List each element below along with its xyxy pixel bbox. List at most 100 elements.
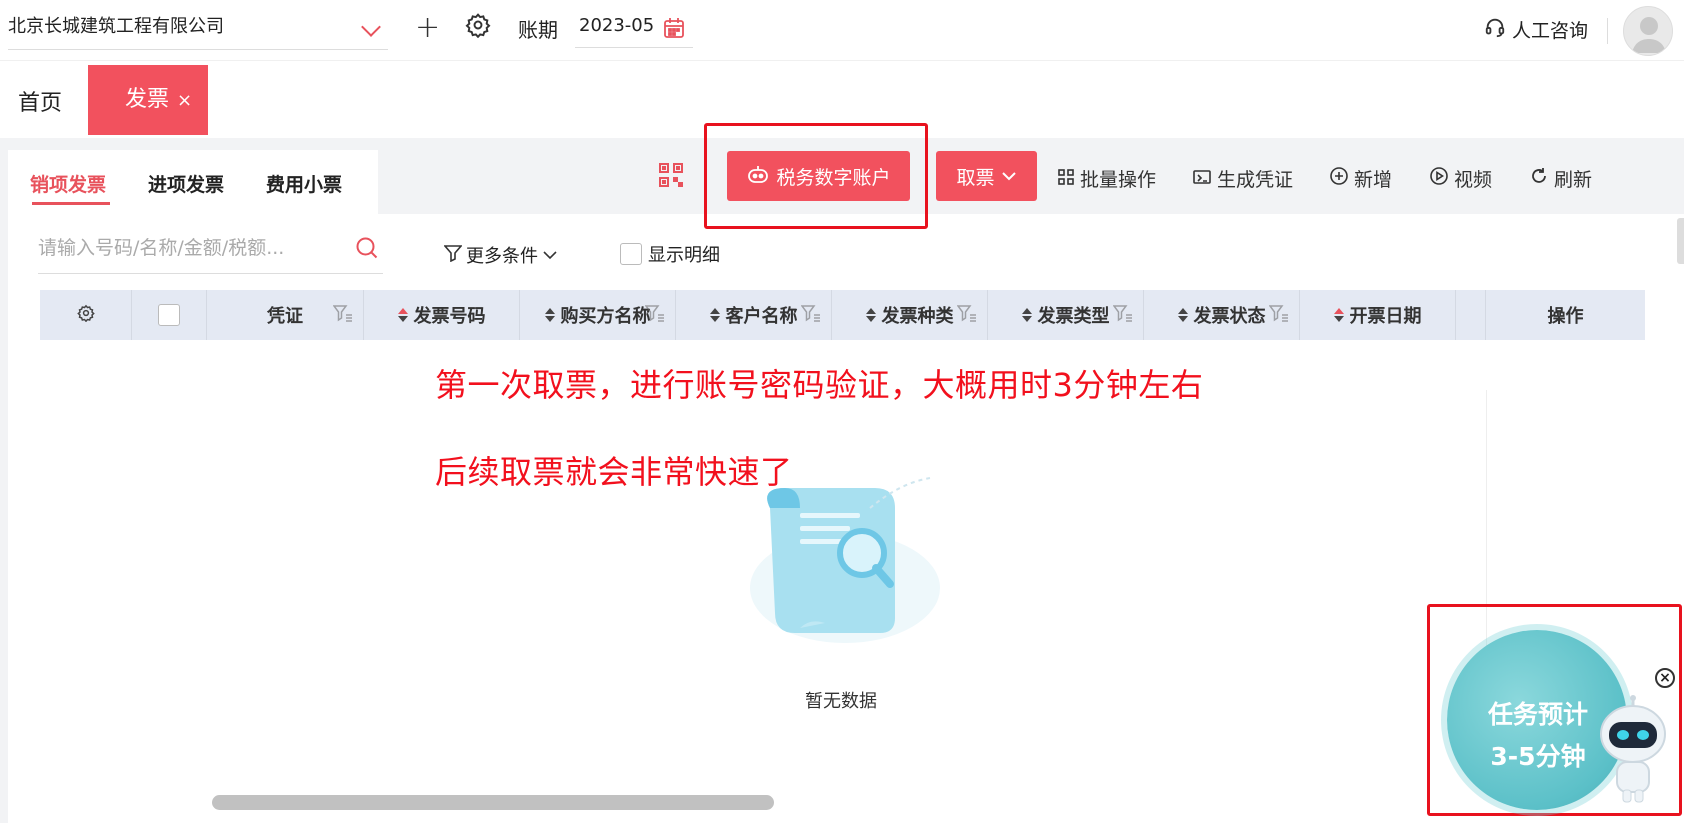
show-detail-label: 显示明细 (648, 245, 720, 266)
calendar-icon[interactable] (663, 16, 685, 52)
column-customer-name[interactable]: 客户名称 (676, 290, 832, 340)
show-detail-checkbox[interactable] (620, 243, 642, 265)
widget-line-2: 3-5分钟 (1490, 742, 1586, 771)
video-button[interactable]: 视频 (1430, 165, 1492, 192)
column-label: 操作 (1547, 306, 1584, 327)
subtab-purchase[interactable]: 进项发票 (148, 170, 224, 197)
column-label: 发票种类 (881, 306, 954, 327)
gear-icon[interactable] (465, 12, 491, 42)
empty-text: 暂无数据 (805, 691, 877, 712)
filter-icon[interactable] (332, 305, 353, 328)
column-actions: 操作 (1486, 290, 1645, 340)
add-button[interactable]: 新增 (1330, 165, 1392, 192)
subtab-sales[interactable]: 销项发票 (30, 170, 106, 197)
subtab-expense[interactable]: 费用小票 (266, 170, 342, 197)
table-header: 凭证 发票号码 购买方名称 客户名称 发票种类 发票类型 发票状态 开票日期 操… (40, 290, 1645, 340)
period-picker[interactable]: 2023-05 (575, 8, 693, 48)
funnel-icon (443, 244, 463, 267)
column-label: 发票号码 (413, 306, 486, 327)
column-settings[interactable] (40, 290, 132, 340)
generate-voucher-button[interactable]: 生成凭证 (1193, 165, 1293, 192)
period-value: 2023-05 (579, 15, 655, 36)
filter-icon[interactable] (644, 305, 665, 328)
plus-circle-icon (1330, 167, 1348, 190)
company-name: 北京长城建筑工程有限公司 (8, 16, 224, 37)
subtab-panel: 销项发票 进项发票 费用小票 (8, 150, 378, 220)
column-label: 凭证 (267, 306, 303, 327)
qrcode-icon[interactable] (658, 162, 684, 192)
add-icon[interactable]: + (415, 10, 440, 45)
task-estimate-widget[interactable]: 任务预计 3-5分钟 × (1427, 604, 1682, 816)
show-detail-toggle[interactable]: 显示明细 (620, 241, 720, 267)
filter-icon[interactable] (956, 305, 977, 328)
sort-icon[interactable] (1177, 308, 1188, 322)
chevron-down-icon (361, 17, 381, 37)
more-filters-label: 更多条件 (466, 246, 538, 267)
column-invoice-status[interactable]: 发票状态 (1144, 290, 1300, 340)
tab-home[interactable]: 首页 (18, 85, 62, 117)
more-filters-button[interactable]: 更多条件 (443, 242, 558, 268)
column-label: 发票类型 (1037, 306, 1110, 327)
digital-account-label: 税务数字账户 (776, 166, 891, 189)
select-all-checkbox[interactable] (158, 304, 180, 326)
refresh-label: 刷新 (1554, 169, 1593, 191)
column-label: 开票日期 (1349, 306, 1422, 327)
column-invoice-number[interactable]: 发票号码 (364, 290, 520, 340)
batch-button[interactable]: 批量操作 (1058, 165, 1156, 192)
chevron-down-icon (1001, 165, 1017, 187)
empty-illustration (740, 468, 950, 662)
take-invoice-button[interactable]: 取票 (936, 151, 1037, 201)
top-bar: 北京长城建筑工程有限公司 + 账期 2023-05 人工咨询 (0, 0, 1684, 60)
voucher-icon (1193, 168, 1211, 190)
column-voucher[interactable]: 凭证 (207, 290, 364, 340)
add-label: 新增 (1354, 169, 1393, 191)
video-label: 视频 (1454, 169, 1493, 191)
search-input[interactable] (38, 226, 338, 270)
sort-icon[interactable] (1333, 308, 1344, 322)
batch-label: 批量操作 (1080, 169, 1157, 191)
support-label: 人工咨询 (1512, 20, 1589, 42)
robot-mascot-icon (1593, 694, 1673, 808)
column-label: 发票状态 (1193, 306, 1266, 327)
filter-icon[interactable] (1268, 305, 1289, 328)
filter-icon[interactable] (1112, 305, 1133, 328)
search-box (38, 226, 383, 274)
column-label: 客户名称 (725, 306, 798, 327)
robot-icon (746, 164, 770, 189)
widget-text: 任务预计 3-5分钟 (1463, 694, 1613, 778)
widget-line-1: 任务预计 (1487, 700, 1588, 729)
period-label: 账期 (518, 18, 558, 42)
sort-icon[interactable] (544, 308, 555, 322)
column-label: 购买方名称 (560, 306, 651, 327)
refresh-button[interactable]: 刷新 (1530, 165, 1592, 192)
chevron-down-icon (542, 245, 558, 266)
search-icon[interactable] (355, 236, 379, 264)
select-all-cell (132, 290, 207, 340)
close-icon[interactable]: × (177, 90, 192, 111)
column-invoice-type[interactable]: 发票类型 (988, 290, 1144, 340)
column-issue-date[interactable]: 开票日期 (1300, 290, 1456, 340)
column-buyer-name[interactable]: 购买方名称 (520, 290, 676, 340)
support-link[interactable]: 人工咨询 (1484, 16, 1588, 43)
avatar[interactable] (1623, 6, 1673, 56)
sort-icon[interactable] (865, 308, 876, 322)
take-invoice-label: 取票 (956, 166, 995, 189)
gear-icon (76, 304, 95, 327)
digital-account-button[interactable]: 税务数字账户 (727, 151, 910, 201)
filter-icon[interactable] (800, 305, 821, 328)
tab-invoice[interactable]: 发票 × (88, 65, 208, 135)
side-handle[interactable] (1677, 218, 1684, 264)
sort-icon[interactable] (1021, 308, 1032, 322)
sort-icon[interactable] (709, 308, 720, 322)
active-tab-indicator (32, 202, 110, 205)
company-selector[interactable]: 北京长城建筑工程有限公司 (8, 8, 388, 50)
divider (1607, 18, 1608, 44)
play-icon (1430, 167, 1448, 190)
close-icon[interactable]: × (1655, 668, 1675, 688)
sort-icon[interactable] (397, 308, 408, 322)
voucher-label: 生成凭证 (1217, 169, 1294, 191)
horizontal-scrollbar[interactable] (212, 795, 774, 810)
tab-invoice-label: 发票 (125, 87, 170, 112)
column-invoice-kind[interactable]: 发票种类 (832, 290, 988, 340)
column-spacer (1456, 290, 1486, 340)
